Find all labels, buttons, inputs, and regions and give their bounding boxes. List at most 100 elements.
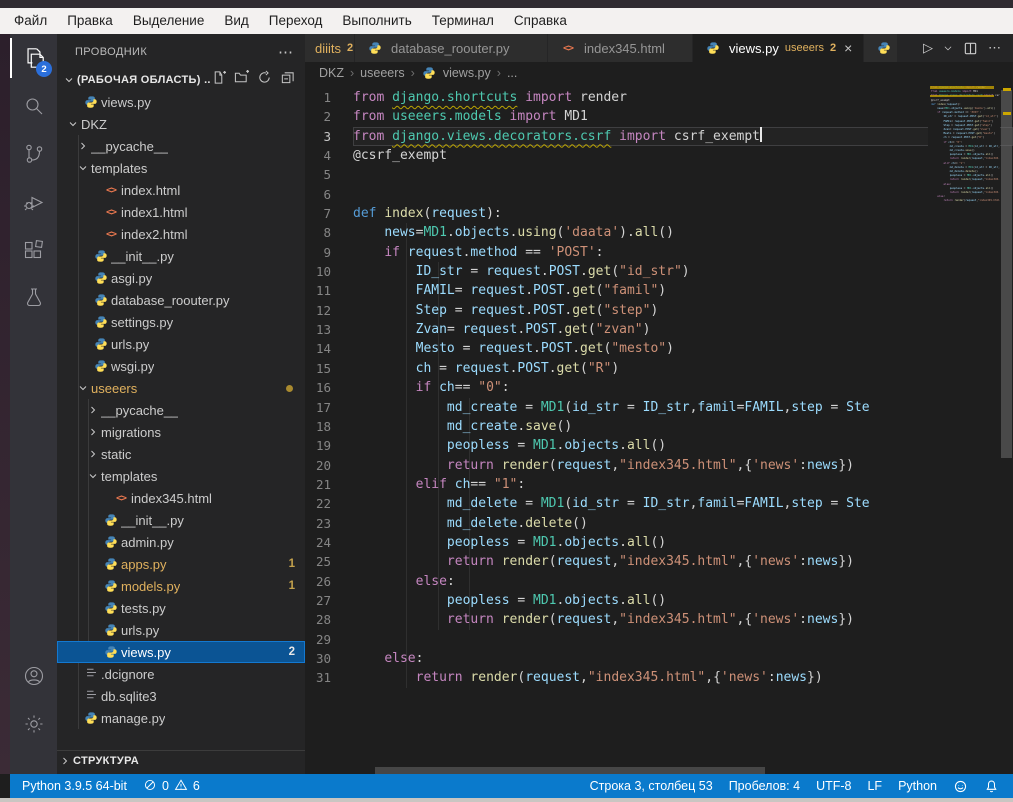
tree-item--dcignore[interactable]: .dcignore [57, 663, 305, 685]
tree-item-wsgi-py[interactable]: wsgi.py [57, 355, 305, 377]
code-line[interactable]: 13 Zvan= request.POST.get("zvan") [305, 320, 1013, 339]
more-actions-icon[interactable]: ⋯ [278, 43, 293, 61]
new-folder-icon[interactable] [234, 70, 249, 90]
tree-item-asgi-py[interactable]: asgi.py [57, 267, 305, 289]
tree-item-models-py[interactable]: models.py1 [57, 575, 305, 597]
menu-item-справка[interactable]: Справка [504, 8, 577, 34]
code-line[interactable]: 7def index(request): [305, 204, 1013, 223]
tab-vie[interactable]: vie [864, 34, 901, 62]
menu-item-выделение[interactable]: Выделение [123, 8, 215, 34]
tree-item-migrations[interactable]: migrations [57, 421, 305, 443]
tree-item-db-sqlite3[interactable]: db.sqlite3 [57, 685, 305, 707]
code-line[interactable]: 28 return render(request,"index345.html"… [305, 610, 1013, 629]
tree-item-views-py[interactable]: views.py2 [57, 641, 305, 663]
code-line[interactable]: 4@csrf_exempt [305, 146, 1013, 165]
source-control-icon[interactable] [10, 130, 57, 178]
tree-item-templates[interactable]: templates [57, 465, 305, 487]
code-line[interactable]: 9 if request.method == 'POST': [305, 243, 1013, 262]
code-line[interactable]: 23 md_delete.delete() [305, 514, 1013, 533]
code-line[interactable]: 16 if ch== "0": [305, 378, 1013, 397]
scrollbar-thumb[interactable] [1001, 90, 1012, 458]
tab-index345-html[interactable]: <>index345.html [548, 34, 693, 62]
tree-item--init-py[interactable]: __init__.py [57, 245, 305, 267]
code-line[interactable]: 5 [305, 165, 1013, 184]
problems-status[interactable]: 0 6 [143, 778, 200, 795]
tree-item-dkz[interactable]: DKZ [57, 113, 305, 135]
tree-item-useeers[interactable]: useeers [57, 377, 305, 399]
code-editor[interactable]: 1from django.shortcuts import render2fro… [305, 84, 1013, 774]
code-line[interactable]: 22 md_delete = MD1(id_str = ID_str,famil… [305, 494, 1013, 513]
code-line[interactable]: 31 return render(request,"index345.html"… [305, 668, 1013, 687]
tree-item-admin-py[interactable]: admin.py [57, 531, 305, 553]
cursor-position-status[interactable]: Строка 3, столбец 53 [590, 779, 713, 793]
tree-item-templates[interactable]: templates [57, 157, 305, 179]
code-line[interactable]: 11 FAMIL= request.POST.get("famil") [305, 281, 1013, 300]
tree-item-settings-py[interactable]: settings.py [57, 311, 305, 333]
code-line[interactable]: 15 ch = request.POST.get("R") [305, 359, 1013, 378]
minimap[interactable]: from django.shortcuts import renderfrom … [928, 84, 1000, 264]
run-dropdown-chevron-icon[interactable] [943, 43, 953, 53]
tab-views-py[interactable]: views.pyuseeers2× [693, 34, 864, 62]
menu-item-правка[interactable]: Правка [57, 8, 123, 34]
tree-item--pycache-[interactable]: __pycache__ [57, 399, 305, 421]
code-line[interactable]: 6 [305, 185, 1013, 204]
testing-icon[interactable] [10, 274, 57, 322]
vertical-scrollbar[interactable] [1000, 84, 1013, 774]
tree-item-manage-py[interactable]: manage.py [57, 707, 305, 729]
workspace-section-header[interactable]: (РАБОЧАЯ ОБЛАСТЬ) ... [57, 69, 305, 91]
tab-diiits[interactable]: diiits2● [305, 34, 355, 62]
code-line[interactable]: 26 else: [305, 572, 1013, 591]
tree-item-tests-py[interactable]: tests.py [57, 597, 305, 619]
code-line[interactable]: 27 peopless = MD1.objects.all() [305, 591, 1013, 610]
code-line[interactable]: 30 else: [305, 649, 1013, 668]
code-line[interactable]: 29 [305, 630, 1013, 649]
breadcrumb-item[interactable]: DKZ [319, 66, 344, 80]
tree-item-static[interactable]: static [57, 443, 305, 465]
menu-item-переход[interactable]: Переход [259, 8, 333, 34]
refresh-icon[interactable] [257, 70, 272, 90]
close-icon[interactable]: × [844, 40, 852, 56]
indentation-status[interactable]: Пробелов: 4 [729, 779, 800, 793]
code-line[interactable]: 20 return render(request,"index345.html"… [305, 456, 1013, 475]
extensions-icon[interactable] [10, 226, 57, 274]
explorer-icon[interactable]: 2 [10, 34, 57, 82]
collapse-all-icon[interactable] [280, 70, 295, 90]
search-icon[interactable] [10, 82, 57, 130]
tree-item-index2-html[interactable]: <>index2.html [57, 223, 305, 245]
code-line[interactable]: 24 peopless = MD1.objects.all() [305, 533, 1013, 552]
code-line[interactable]: 18 md_create.save() [305, 417, 1013, 436]
code-line[interactable]: 17 md_create = MD1(id_str = ID_str,famil… [305, 398, 1013, 417]
menu-item-выполнить[interactable]: Выполнить [332, 8, 421, 34]
code-line[interactable]: 25 return render(request,"index345.html"… [305, 552, 1013, 571]
run-python-button[interactable]: ▷ [923, 40, 933, 56]
eol-status[interactable]: LF [867, 779, 882, 793]
python-interpreter-status[interactable]: Python 3.9.5 64-bit [22, 779, 127, 793]
new-file-icon[interactable] [211, 70, 226, 90]
code-line[interactable]: 3from django.views.decorators.csrf impor… [305, 127, 1013, 146]
code-line[interactable]: 12 Step = request.POST.get("step") [305, 301, 1013, 320]
more-actions-icon[interactable]: ⋯ [988, 40, 1001, 56]
feedback-icon[interactable] [953, 779, 968, 794]
tree-item-index1-html[interactable]: <>index1.html [57, 201, 305, 223]
tree-item-apps-py[interactable]: apps.py1 [57, 553, 305, 575]
language-mode-status[interactable]: Python [898, 779, 937, 793]
breadcrumb-item[interactable]: useeers [360, 66, 404, 80]
tree-item-urls-py[interactable]: urls.py [57, 333, 305, 355]
code-line[interactable]: 14 Mesto = request.POST.get("mesto") [305, 339, 1013, 358]
split-editor-icon[interactable] [963, 41, 978, 56]
tree-item-index345-html[interactable]: <>index345.html [57, 487, 305, 509]
code-line[interactable]: 8 news=MD1.objects.using('daata').all() [305, 223, 1013, 242]
breadcrumb-item[interactable]: views.py [443, 66, 491, 80]
code-line[interactable]: 21 elif ch== "1": [305, 475, 1013, 494]
menu-item-терминал[interactable]: Терминал [422, 8, 504, 34]
tree-item-views-py[interactable]: views.py [57, 91, 305, 113]
tree-item--init-py[interactable]: __init__.py [57, 509, 305, 531]
breadcrumb-item[interactable]: ... [507, 66, 517, 80]
tree-item--pycache-[interactable]: __pycache__ [57, 135, 305, 157]
outline-section-header[interactable]: СТРУКТУРА [57, 750, 305, 771]
tab-database-roouter-py[interactable]: database_roouter.py [355, 34, 548, 62]
encoding-status[interactable]: UTF-8 [816, 779, 851, 793]
code-line[interactable]: 19 peopless = MD1.objects.all() [305, 436, 1013, 455]
code-line[interactable]: 2from useeers.models import MD1 [305, 107, 1013, 126]
tree-item-urls-py[interactable]: urls.py [57, 619, 305, 641]
